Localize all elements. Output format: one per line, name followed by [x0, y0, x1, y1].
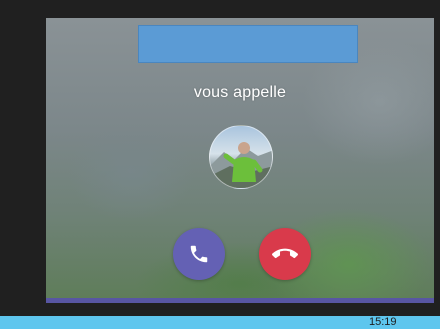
- caller-avatar: [209, 125, 273, 189]
- caller-name: [138, 25, 358, 63]
- avatar-photo: [210, 142, 272, 188]
- decline-call-button[interactable]: [259, 228, 311, 280]
- accept-call-button[interactable]: [173, 228, 225, 280]
- hang-up-icon: [272, 248, 298, 259]
- clock-time: 15:19: [369, 316, 397, 328]
- call-window-bottom-bar: [46, 298, 434, 303]
- incoming-call-label: vous appelle: [193, 84, 287, 101]
- taskbar: 15:19: [0, 316, 440, 329]
- incoming-call-window: vous appelle: [46, 18, 434, 298]
- phone-icon: [190, 245, 208, 263]
